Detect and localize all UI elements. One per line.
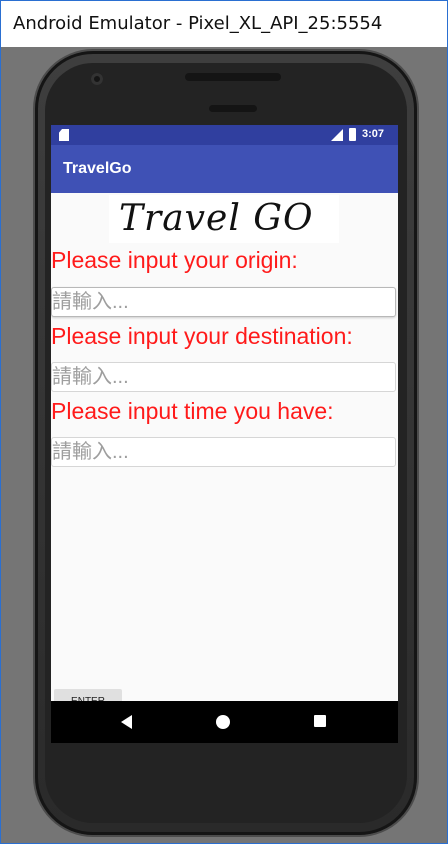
destination-input[interactable]: 請輸入... xyxy=(51,362,396,392)
recents-icon[interactable] xyxy=(314,715,326,727)
origin-prompt: Please input your origin: xyxy=(51,247,298,273)
time-input[interactable]: 請輸入... xyxy=(51,437,396,467)
device-screen: 3:07 TravelGo Travel GO Please input you… xyxy=(51,125,398,743)
navigation-bar xyxy=(51,701,398,743)
window-title: Android Emulator - Pixel_XL_API_25:5554 xyxy=(1,1,447,47)
signal-icon xyxy=(331,129,343,141)
time-prompt: Please input time you have: xyxy=(51,398,334,424)
app-bar-title: TravelGo xyxy=(51,145,398,193)
front-camera-icon xyxy=(91,73,103,85)
status-bar: 3:07 xyxy=(51,125,398,145)
back-icon[interactable] xyxy=(121,715,132,729)
earpiece-speaker xyxy=(185,73,281,81)
sd-card-icon xyxy=(59,129,69,141)
status-time: 3:07 xyxy=(362,128,385,140)
destination-prompt: Please input your destination: xyxy=(51,323,353,349)
emulator-window: Android Emulator - Pixel_XL_API_25:5554 … xyxy=(0,0,448,844)
travelgo-logo: Travel GO xyxy=(109,195,339,243)
origin-input[interactable]: 請輸入... xyxy=(51,287,396,317)
home-icon[interactable] xyxy=(216,715,230,729)
logo-text: Travel GO xyxy=(119,198,314,239)
battery-icon xyxy=(349,128,356,141)
proximity-sensor xyxy=(209,105,257,112)
